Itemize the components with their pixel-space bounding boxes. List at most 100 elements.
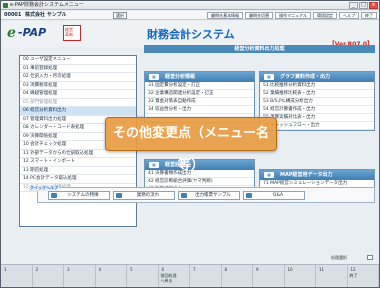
quick-help-features-button[interactable]: システムの特徴 [48,191,110,200]
menu-item[interactable]: 01 事前登録処理 [20,65,136,73]
panel-row[interactable]: 31 固定費分析設定・訂正 [145,82,254,90]
menu-item[interactable]: 06 経営分析資料出力 [20,107,136,116]
function-key-bar: 1 2 3 4 5 6 前回処理 へ戻る 7 8 9 10 11 12 終了 [1,264,379,287]
help-icon [51,193,57,198]
function-key-f11[interactable]: 11 [316,265,348,287]
minimize-button[interactable]: _ [349,2,358,9]
menu-item[interactable]: 02 仕訳入力・月次処理 [20,73,136,82]
panel-header: ▦ MAP経営用データ出力 [260,170,374,180]
panel-title: 経営分析情報 [165,74,196,80]
function-key-number: 8 [224,267,228,272]
menu-item[interactable]: 12 スマート・インポート [20,158,136,167]
quick-help-label: システムの特徴 [67,193,99,198]
panel-header: ▦ グラフ資料作成・出力 [260,72,374,82]
function-key-number: 3 [67,267,70,272]
logo-pap: -PAP [18,26,47,39]
process-select-label: 処理選択 [331,255,347,260]
top-toolbar: 顧問先基本情報 顧問先切替 操作マニュアル 環境設定 ヘルプ 終了 [207,12,377,19]
section-heading: 経営分析資料出力処理 [144,45,375,53]
panel-title: グラフ資料作成・出力 [280,74,331,80]
panel-row[interactable]: 33 資金対策表自動作成 [145,98,254,106]
quick-help-qa-button[interactable]: Q&A [243,191,305,200]
function-key-f2[interactable]: 2 [33,265,64,287]
maximize-button[interactable]: □ [359,2,368,9]
seal-icon: 経営 革新 [63,25,81,41]
panel-row[interactable]: 51 比較推移分析資料出力 [260,82,374,90]
panel-icon: ▦ [264,74,274,80]
client-info-button[interactable]: 顧問先基本情報 [207,12,244,19]
app-header: e -PAP 経営 革新 財務会計システム 【Ver.R07.0】 [1,21,379,48]
quick-help-label: 出力帳票サンプル [195,193,231,198]
function-key-f5[interactable]: 5 [127,265,159,287]
panel-row[interactable]: 55 予算実績対比表・出力 [260,114,374,122]
company-select-button[interactable]: 選択 [113,12,127,19]
function-key-f4[interactable]: 4 [96,265,127,287]
panel-header: ▦ 経営分析情報 [145,72,254,82]
function-key-f1[interactable]: 1 [1,265,33,287]
function-key-number: 2 [35,267,39,272]
panel-row[interactable]: 56 キャッシュフロー・出力 [260,122,374,130]
help-icon [181,193,187,198]
panel-icon: ▦ [264,172,274,178]
function-key-number: 6 [161,267,165,272]
panel-row[interactable]: 53 B/S,P/L構成分析出力 [260,98,374,106]
process-select: 処理選択 [331,254,375,261]
function-key-f3[interactable]: 3 [64,265,96,287]
menu-item[interactable]: 04 繰越管理処理 [20,90,136,99]
function-key-f12[interactable]: 12 終了 [348,265,379,287]
function-key-number: 5 [130,267,133,272]
function-key-number: 1 [4,267,7,272]
quick-help-label: Q&A [272,193,284,198]
function-key-f9[interactable]: 9 [253,265,285,287]
help-icon [246,193,252,198]
function-key-number: 9 [256,267,259,272]
panel-title: MAP経営用データ出力 [280,172,333,178]
function-key-label: 前回処理 へ戻る [160,273,177,283]
panel-row[interactable]: 34 収益性分析・出力 [145,106,254,114]
logo-e: e [7,25,16,41]
menu-item[interactable]: 13 期首処理 [20,167,136,175]
function-key-number: 4 [98,267,102,272]
function-key-label: 終了 [349,273,358,278]
process-select-checkbox[interactable] [367,255,373,260]
panel-icon: ▦ [149,162,159,168]
company-bar: 00001 株式会社 サンプル 選択 顧問先基本情報 顧問先切替 操作マニュアル… [1,11,379,20]
app-title: 財務会計システム [147,28,235,41]
window-controls: _ □ × [349,2,378,9]
company-code: 00001 [4,12,22,18]
panel-icon: ▦ [149,74,159,80]
app-window: e-PAP財務会計システムメニュー _ □ × 00001 株式会社 サンプル … [0,0,380,288]
exit-button[interactable]: 終了 [361,12,377,19]
help-button[interactable]: ヘルプ [339,12,359,19]
manual-button[interactable]: 操作マニュアル [275,12,311,19]
menu-item[interactable]: 00 ユーザ設定メニュー [20,56,136,65]
close-button[interactable]: × [369,2,378,9]
function-key-f7[interactable]: 7 [190,265,222,287]
quick-help-flow-button[interactable]: 業務の流れ [113,191,175,200]
quick-help-buttons: システムの特徴 業務の流れ 出力帳票サンプル Q&A [48,191,305,200]
function-key-number: 12 [350,267,356,272]
seal-text: 経営 革新 [65,27,73,37]
panel-row[interactable]: 52 業績推移比較表・出力 [260,90,374,98]
overlay-banner: その他変更点（メニュー名等） [105,117,277,173]
menu-item[interactable]: 05 部門管理処理 [20,99,136,107]
function-key-f6[interactable]: 6 前回処理 へ戻る [159,265,190,287]
quick-help-label: クイックヘルプ [29,185,59,191]
quick-help-bar: システムの特徴 業務の流れ 出力帳票サンプル Q&A [37,187,375,203]
company-name: 株式会社 サンプル [25,12,67,18]
function-key-f10[interactable]: 10 [285,265,316,287]
function-key-number: 10 [287,267,293,272]
settings-button[interactable]: 環境設定 [313,12,337,19]
function-key-number: 11 [319,267,325,272]
panel-row[interactable]: 32 企業構造関連分析設定・訂正 [145,90,254,98]
panel-row[interactable]: 54 経営計算書作成・出力 [260,106,374,114]
title-bar[interactable]: e-PAP財務会計システムメニュー _ □ × [1,1,379,10]
help-icon [116,193,122,198]
client-switch-button[interactable]: 顧問先切替 [245,12,274,19]
quick-help-samples-button[interactable]: 出力帳票サンプル [178,191,240,200]
menu-item[interactable]: 14 PC会計データ取込処理 [20,175,136,184]
app-icon [3,3,8,8]
function-key-f8[interactable]: 8 [222,265,253,287]
menu-item[interactable]: 03 消費税等処理 [20,82,136,90]
window-title: e-PAP財務会計システムメニュー [10,2,84,8]
